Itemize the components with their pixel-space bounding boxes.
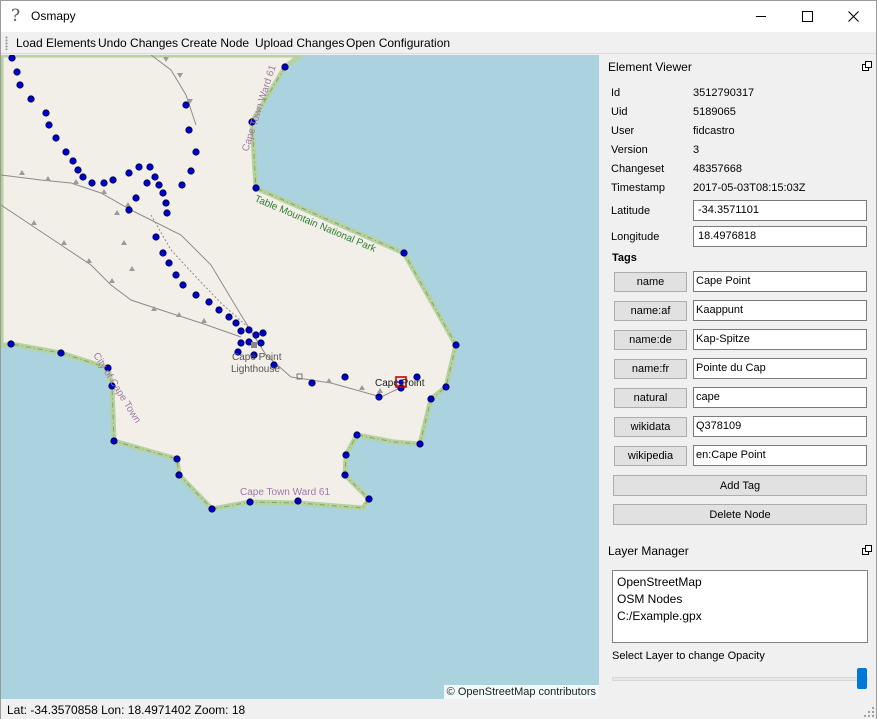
map-canvas[interactable]: Cape Town Ward 61 Table Mountain Nationa… bbox=[1, 55, 599, 699]
toolbar-grip-icon[interactable] bbox=[5, 36, 8, 50]
undock-icon[interactable] bbox=[862, 61, 872, 71]
timestamp-label: Timestamp bbox=[611, 182, 665, 194]
undock-icon[interactable] bbox=[862, 545, 872, 555]
tag-key-button[interactable]: name bbox=[614, 272, 687, 292]
id-label: Id bbox=[611, 87, 621, 99]
label-cape-point-lighthouse-2: Lighthouse bbox=[231, 364, 280, 375]
map-attribution: © OpenStreetMap contributors bbox=[443, 685, 599, 699]
tag-key-button[interactable]: wikipedia bbox=[614, 446, 687, 466]
timestamp-value: 2017-05-03T08:15:03Z bbox=[693, 182, 806, 194]
layer-item[interactable]: OpenStreetMap bbox=[617, 574, 863, 591]
tag-value-field[interactable]: Q378109 bbox=[693, 416, 867, 437]
map-view[interactable]: Cape Town Ward 61 Table Mountain Nationa… bbox=[1, 55, 599, 699]
uid-value: 5189065 bbox=[693, 106, 736, 118]
delete-node-button[interactable]: Delete Node bbox=[613, 504, 867, 525]
minimize-icon bbox=[755, 16, 766, 17]
close-button[interactable] bbox=[830, 1, 876, 32]
version-label: Version bbox=[611, 144, 648, 156]
menu-undo-changes[interactable]: Undo Changes bbox=[98, 36, 178, 50]
tag-value-field[interactable]: Kap-Spitze bbox=[693, 329, 867, 350]
label-cape-point: Cape Point bbox=[375, 378, 425, 389]
layer-manager-header: Layer Manager bbox=[604, 541, 874, 561]
tag-value-field[interactable]: Pointe du Cap bbox=[693, 358, 867, 379]
user-label: User bbox=[611, 125, 635, 137]
user-value: fidcastro bbox=[693, 125, 735, 137]
layer-item[interactable]: C:/Example.gpx bbox=[617, 608, 863, 625]
tag-key-button[interactable]: name:de bbox=[614, 330, 687, 350]
tag-value-field[interactable]: en:Cape Point bbox=[693, 445, 867, 466]
menu-load-elements[interactable]: Load Elements bbox=[16, 36, 96, 50]
window-title: Osmapy bbox=[31, 9, 76, 23]
latitude-label: Latitude bbox=[611, 205, 651, 217]
layer-manager-title: Layer Manager bbox=[608, 544, 689, 558]
tags-heading: Tags bbox=[612, 252, 637, 264]
version-value: 3 bbox=[693, 144, 700, 156]
main-window: ? Osmapy Load Elements Undo Changes Crea… bbox=[0, 0, 877, 719]
title-bar[interactable]: ? Osmapy bbox=[1, 1, 876, 32]
tag-key-button[interactable]: wikidata bbox=[614, 417, 687, 437]
opacity-slider[interactable] bbox=[612, 677, 868, 681]
tag-value-field[interactable]: cape bbox=[693, 387, 867, 408]
land-area bbox=[1, 55, 459, 512]
resize-grip-icon[interactable] bbox=[864, 707, 874, 717]
status-bar: Lat: -34.3570858 Lon: 18.4971402 Zoom: 1… bbox=[1, 700, 876, 719]
changeset-label: Changeset bbox=[611, 163, 665, 175]
add-tag-button[interactable]: Add Tag bbox=[613, 475, 867, 496]
layer-item[interactable]: OSM Nodes bbox=[617, 591, 863, 608]
longitude-label: Longitude bbox=[611, 231, 660, 243]
label-ward-bottom: Cape Town Ward 61 bbox=[240, 487, 330, 498]
tag-key-button[interactable]: natural bbox=[614, 388, 687, 408]
maximize-button[interactable] bbox=[784, 1, 830, 32]
opacity-label: Select Layer to change Opacity bbox=[612, 650, 765, 662]
tag-value-field[interactable]: Kaappunt bbox=[693, 300, 867, 321]
label-cape-point-lighthouse-1: Cape Point bbox=[232, 352, 282, 363]
layer-list[interactable]: OpenStreetMap OSM Nodes C:/Example.gpx bbox=[612, 570, 868, 643]
menu-upload-changes[interactable]: Upload Changes bbox=[255, 36, 344, 50]
tag-key-button[interactable]: name:af bbox=[614, 301, 687, 321]
menu-open-configuration[interactable]: Open Configuration bbox=[346, 36, 450, 50]
longitude-input[interactable]: 18.4976818 bbox=[693, 226, 867, 247]
tag-value-field[interactable]: Cape Point bbox=[693, 271, 867, 292]
menu-bar: Load Elements Undo Changes Create Node U… bbox=[1, 32, 876, 54]
element-viewer-header: Element Viewer bbox=[604, 57, 874, 77]
minimize-button[interactable] bbox=[738, 1, 784, 32]
maximize-icon bbox=[801, 11, 813, 22]
id-value: 3512790317 bbox=[693, 87, 755, 99]
tag-key-button[interactable]: name:fr bbox=[614, 359, 687, 379]
changeset-value: 48357668 bbox=[693, 163, 742, 175]
opacity-slider-handle[interactable] bbox=[857, 668, 867, 689]
status-coordinates: Lat: -34.3570858 Lon: 18.4971402 Zoom: 1… bbox=[7, 703, 246, 717]
uid-label: Uid bbox=[611, 106, 628, 118]
element-viewer-title: Element Viewer bbox=[608, 60, 692, 74]
close-icon bbox=[847, 11, 859, 22]
menu-create-node[interactable]: Create Node bbox=[181, 36, 249, 50]
latitude-input[interactable]: -34.3571101 bbox=[693, 200, 867, 221]
question-mark-icon: ? bbox=[11, 6, 21, 26]
